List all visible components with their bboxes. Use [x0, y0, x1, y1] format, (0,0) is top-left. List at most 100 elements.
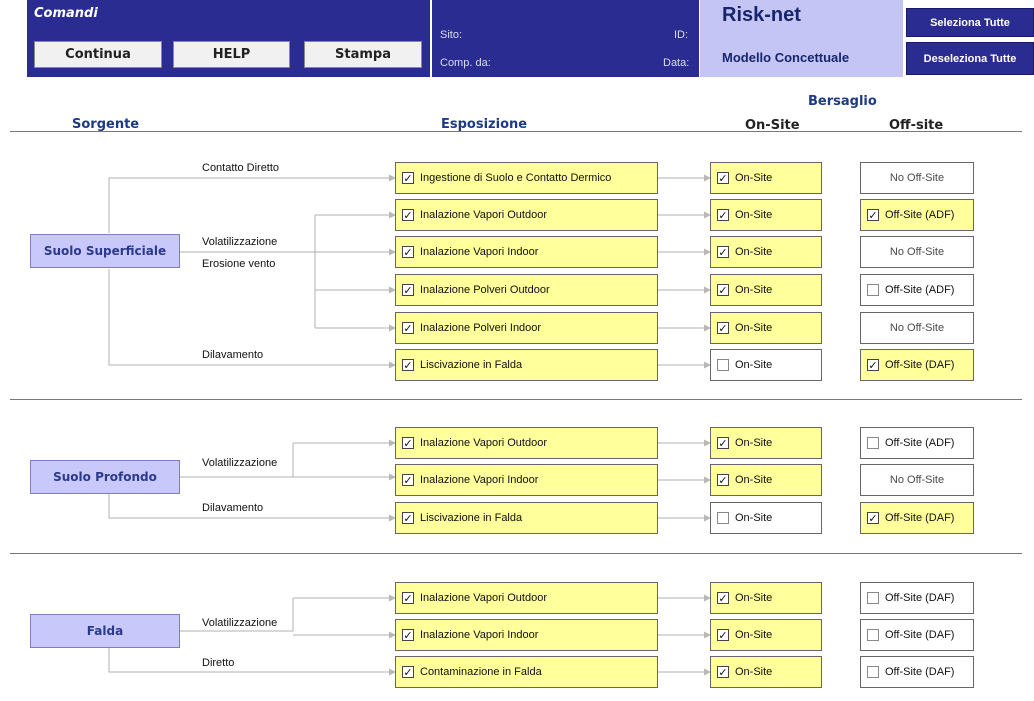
off-site-checkbox[interactable]: ✓ Off-Site (DAF) — [860, 502, 974, 534]
path-label-erosione-vento: Erosione vento — [202, 258, 276, 270]
on-site-label: On-Site — [735, 172, 773, 184]
on-site-label: On-Site — [735, 322, 773, 334]
on-site-checkbox[interactable]: On-Site — [710, 502, 822, 534]
exposure-label: Inalazione Vapori Outdoor — [420, 592, 547, 604]
off-site-status: No Off-Site — [860, 312, 974, 344]
exposure-checkbox[interactable]: ✓ Inalazione Vapori Indoor — [395, 236, 658, 268]
checkbox-icon: ✓ — [402, 628, 414, 642]
checkbox-icon — [867, 284, 879, 296]
checkbox-icon — [717, 359, 729, 371]
path-label-volatilizzazione: Volatilizzazione — [202, 236, 278, 248]
on-site-checkbox[interactable]: ✓ On-Site — [710, 199, 822, 231]
off-site-label: No Off-Site — [889, 322, 945, 334]
exposure-checkbox[interactable]: ✓ Inalazione Polveri Indoor — [395, 312, 658, 344]
checkbox-icon: ✓ — [717, 283, 729, 297]
exposure-checkbox[interactable]: ✓ Inalazione Vapori Outdoor — [395, 199, 658, 231]
checkbox-icon: ✓ — [867, 358, 879, 372]
exposure-label: Inalazione Vapori Indoor — [420, 474, 539, 486]
source-suolo-superficiale: Suolo Superficiale — [30, 234, 180, 268]
off-site-label: No Off-Site — [889, 246, 945, 258]
exposure-label: Inalazione Vapori Indoor — [420, 629, 539, 641]
path-label-volatilizzazione: Volatilizzazione — [202, 617, 278, 629]
checkbox-icon — [867, 592, 879, 604]
on-site-label: On-Site — [735, 284, 773, 296]
checkbox-icon: ✓ — [402, 473, 414, 487]
exposure-label: Inalazione Polveri Indoor — [420, 322, 542, 334]
on-site-checkbox[interactable]: ✓ On-Site — [710, 162, 822, 194]
off-site-label: Off-Site (DAF) — [885, 629, 955, 641]
exposure-label: Ingestione di Suolo e Contatto Dermico — [420, 172, 612, 184]
path-label-contatto-diretto: Contatto Diretto — [202, 162, 280, 174]
checkbox-icon — [867, 437, 879, 449]
exposure-checkbox[interactable]: ✓ Contaminazione in Falda — [395, 656, 658, 688]
exposure-checkbox[interactable]: ✓ Inalazione Vapori Outdoor — [395, 582, 658, 614]
checkbox-icon — [867, 629, 879, 641]
checkbox-icon: ✓ — [402, 436, 414, 450]
checkbox-icon: ✓ — [402, 283, 414, 297]
on-site-checkbox[interactable]: ✓ On-Site — [710, 582, 822, 614]
on-site-checkbox[interactable]: ✓ On-Site — [710, 274, 822, 306]
checkbox-icon: ✓ — [717, 628, 729, 642]
exposure-checkbox[interactable]: ✓ Ingestione di Suolo e Contatto Dermico — [395, 162, 658, 194]
on-site-label: On-Site — [735, 512, 773, 524]
on-site-checkbox[interactable]: ✓ On-Site — [710, 619, 822, 651]
checkbox-icon: ✓ — [867, 511, 879, 525]
on-site-label: On-Site — [735, 666, 773, 678]
path-label-volatilizzazione: Volatilizzazione — [202, 457, 278, 469]
off-site-label: Off-Site (ADF) — [885, 284, 955, 296]
on-site-label: On-Site — [735, 246, 773, 258]
checkbox-icon: ✓ — [717, 591, 729, 605]
off-site-label: Off-Site (DAF) — [885, 592, 955, 604]
exposure-label: Inalazione Vapori Outdoor — [420, 437, 547, 449]
checkbox-icon — [717, 512, 729, 524]
on-site-label: On-Site — [735, 592, 773, 604]
exposure-checkbox[interactable]: ✓ Inalazione Vapori Indoor — [395, 464, 658, 496]
exposure-label: Liscivazione in Falda — [420, 512, 523, 524]
off-site-label: No Off-Site — [889, 474, 945, 486]
exposure-checkbox[interactable]: ✓ Inalazione Vapori Outdoor — [395, 427, 658, 459]
checkbox-icon: ✓ — [402, 358, 414, 372]
on-site-checkbox[interactable]: On-Site — [710, 349, 822, 381]
checkbox-icon: ✓ — [402, 171, 414, 185]
path-label-diretto: Diretto — [202, 657, 235, 669]
on-site-checkbox[interactable]: ✓ On-Site — [710, 312, 822, 344]
on-site-checkbox[interactable]: ✓ On-Site — [710, 656, 822, 688]
off-site-checkbox[interactable]: Off-Site (ADF) — [860, 274, 974, 306]
off-site-checkbox[interactable]: ✓ Off-Site (DAF) — [860, 349, 974, 381]
off-site-checkbox[interactable]: Off-Site (DAF) — [860, 582, 974, 614]
off-site-label: Off-Site (ADF) — [885, 209, 955, 221]
on-site-checkbox[interactable]: ✓ On-Site — [710, 427, 822, 459]
checkbox-icon: ✓ — [867, 208, 879, 222]
on-site-label: On-Site — [735, 209, 773, 221]
exposure-label: Liscivazione in Falda — [420, 359, 523, 371]
checkbox-icon: ✓ — [402, 245, 414, 259]
checkbox-icon: ✓ — [717, 171, 729, 185]
off-site-checkbox[interactable]: Off-Site (DAF) — [860, 619, 974, 651]
checkbox-icon: ✓ — [717, 208, 729, 222]
exposure-checkbox[interactable]: ✓ Inalazione Vapori Indoor — [395, 619, 658, 651]
on-site-checkbox[interactable]: ✓ On-Site — [710, 464, 822, 496]
exposure-checkbox[interactable]: ✓ Liscivazione in Falda — [395, 502, 658, 534]
exposure-checkbox[interactable]: ✓ Liscivazione in Falda — [395, 349, 658, 381]
on-site-label: On-Site — [735, 474, 773, 486]
checkbox-icon: ✓ — [717, 473, 729, 487]
path-label-dilavamento: Dilavamento — [202, 349, 264, 361]
on-site-checkbox[interactable]: ✓ On-Site — [710, 236, 822, 268]
off-site-checkbox[interactable]: ✓ Off-Site (ADF) — [860, 199, 974, 231]
off-site-checkbox[interactable]: Off-Site (DAF) — [860, 656, 974, 688]
on-site-label: On-Site — [735, 359, 773, 371]
checkbox-icon: ✓ — [717, 245, 729, 259]
checkbox-icon: ✓ — [402, 208, 414, 222]
off-site-status: No Off-Site — [860, 464, 974, 496]
source-suolo-profondo: Suolo Profondo — [30, 460, 180, 494]
off-site-status: No Off-Site — [860, 236, 974, 268]
off-site-label: Off-Site (DAF) — [885, 359, 955, 371]
on-site-label: On-Site — [735, 437, 773, 449]
checkbox-icon: ✓ — [717, 665, 729, 679]
off-site-checkbox[interactable]: Off-Site (ADF) — [860, 427, 974, 459]
checkbox-icon — [867, 666, 879, 678]
exposure-checkbox[interactable]: ✓ Inalazione Polveri Outdoor — [395, 274, 658, 306]
exposure-label: Inalazione Polveri Outdoor — [420, 284, 550, 296]
exposure-label: Inalazione Vapori Outdoor — [420, 209, 547, 221]
checkbox-icon: ✓ — [717, 436, 729, 450]
